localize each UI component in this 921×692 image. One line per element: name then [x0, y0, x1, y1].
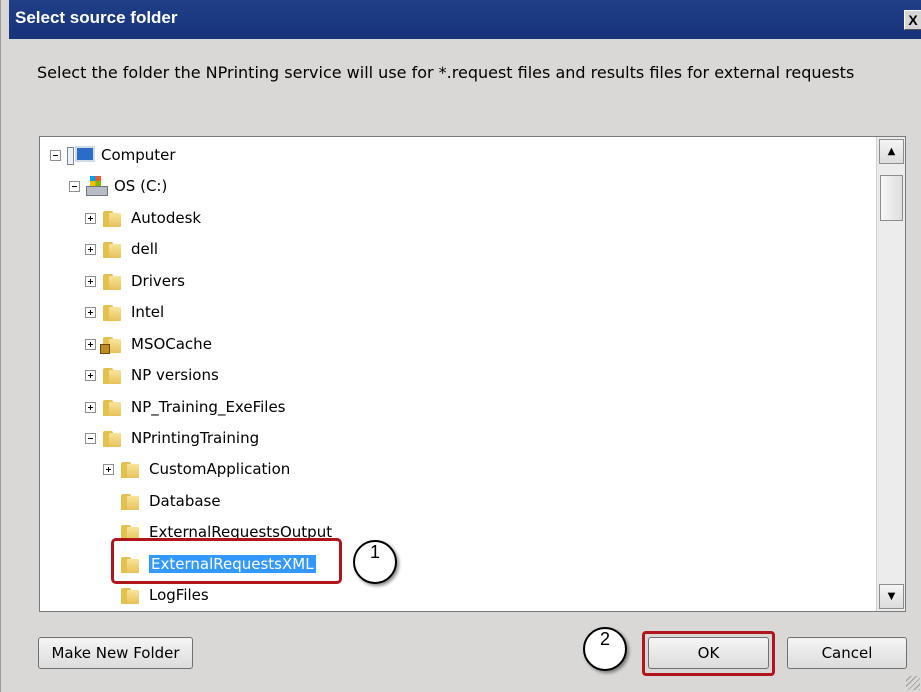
folder-icon: [102, 208, 122, 228]
tree-item-label: Intel: [131, 303, 165, 321]
title-bar: Select source folder X: [9, 0, 921, 39]
tree-item-np-training-exefiles[interactable]: NP_Training_ExeFiles: [85, 393, 286, 421]
tree-item-msocache[interactable]: MSOCache: [85, 330, 212, 358]
expand-icon[interactable]: [85, 338, 96, 350]
tree-item-customapplication[interactable]: CustomApplication: [103, 455, 290, 483]
scroll-up-arrow-icon[interactable]: ▲: [879, 139, 904, 164]
folder-icon: [102, 428, 122, 448]
folder-icon: [120, 459, 140, 479]
tree-item-label: Autodesk: [131, 209, 202, 227]
expand-icon[interactable]: [85, 212, 96, 224]
tree-item-label: Drivers: [131, 272, 185, 290]
tree-item-dell[interactable]: dell: [85, 235, 158, 263]
collapse-icon[interactable]: [69, 180, 80, 192]
expand-icon[interactable]: [85, 306, 96, 318]
expand-icon[interactable]: [85, 369, 96, 381]
folder-icon: [102, 397, 122, 417]
callout-2: 2: [583, 627, 627, 671]
make-new-folder-button[interactable]: Make New Folder: [38, 637, 193, 669]
folder-icon: [102, 271, 122, 291]
tree-item-intel[interactable]: Intel: [85, 298, 164, 326]
tree-item-label: Computer: [101, 146, 176, 164]
tree-item-label: MSOCache: [131, 335, 212, 353]
tree-item-drivers[interactable]: Drivers: [85, 267, 185, 295]
dialog-title: Select source folder: [15, 8, 178, 27]
callout-1: 1: [353, 540, 397, 584]
vertical-scrollbar[interactable]: ▲ ▼: [876, 137, 905, 611]
tree-item-label: CustomApplication: [149, 460, 291, 478]
instruction-text: Select the folder the NPrinting service …: [37, 63, 855, 82]
tree-item-label: NPrintingTraining: [131, 429, 260, 447]
tree-item-label: dell: [131, 240, 159, 258]
lock-icon: [100, 344, 110, 354]
resize-grip-icon[interactable]: [906, 676, 920, 690]
tree-item-label: NP versions: [131, 366, 219, 384]
scrollbar-thumb[interactable]: [880, 175, 903, 221]
expand-icon[interactable]: [85, 243, 96, 255]
expand-icon[interactable]: [85, 275, 96, 287]
folder-icon: [120, 491, 140, 511]
folder-icon: [102, 239, 122, 259]
collapse-icon[interactable]: [85, 432, 96, 444]
folder-icon: [102, 302, 122, 322]
cancel-button[interactable]: Cancel: [787, 637, 907, 669]
tree-item-os-drive[interactable]: OS (C:): [69, 172, 167, 200]
tree-item-label: Database: [149, 492, 221, 510]
close-button[interactable]: X: [904, 10, 921, 30]
tree-item-np-versions[interactable]: NP versions: [85, 361, 219, 389]
folder-icon: [102, 365, 122, 385]
tree-item-computer[interactable]: Computer: [50, 141, 176, 169]
computer-icon: [67, 145, 97, 165]
tree-item-autodesk[interactable]: Autodesk: [85, 204, 201, 232]
tree-item-label: LogFiles: [149, 586, 209, 604]
locked-folder-icon: [100, 334, 122, 354]
tree-item-label: OS (C:): [114, 177, 168, 195]
collapse-icon[interactable]: [50, 149, 61, 161]
annotation-highlight-selected-folder: [111, 538, 342, 584]
drive-icon: [86, 176, 108, 196]
expand-icon[interactable]: [103, 463, 114, 475]
tree-item-nprintingtraining[interactable]: NPrintingTraining: [85, 424, 259, 452]
scroll-down-arrow-icon[interactable]: ▼: [879, 584, 904, 609]
folder-icon: [120, 585, 140, 605]
select-source-folder-dialog: Select source folder X Select the folder…: [0, 0, 921, 692]
expand-icon[interactable]: [85, 401, 96, 413]
tree-item-logfiles[interactable]: LogFiles: [120, 581, 209, 609]
tree-item-database[interactable]: Database: [120, 487, 221, 515]
annotation-highlight-ok-button: [642, 631, 775, 676]
tree-item-label: NP_Training_ExeFiles: [131, 398, 286, 416]
